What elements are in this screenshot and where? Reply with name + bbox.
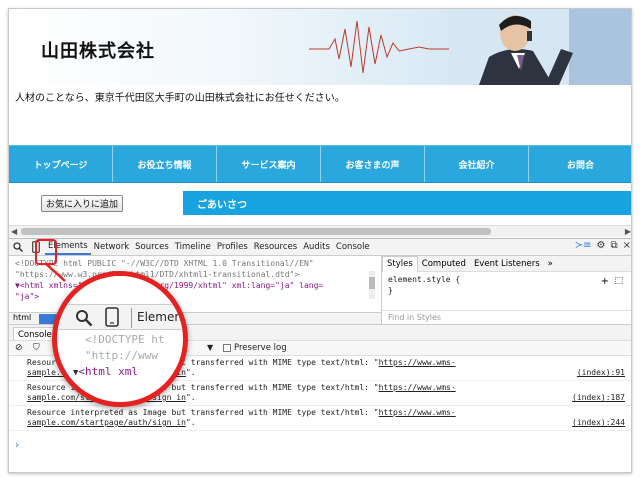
message-link[interactable]: https://www.wms- (379, 358, 456, 367)
screenshot-frame: 山田株式会社 人材のことなら、東京千代田区大手町の山田株式会社にお任せください。… (0, 0, 640, 479)
message-suffix: ". (185, 368, 196, 377)
magnifier-top (57, 276, 183, 304)
preserve-log-toggle[interactable]: Preserve log (223, 343, 287, 353)
site-tagline: 人材のことなら、東京千代田区大手町の山田株式会社にお任せください。 (15, 93, 345, 104)
more-tabs-icon[interactable]: » (544, 256, 557, 272)
message-suffix: ". (185, 418, 196, 427)
nav-item-service[interactable]: サービス案内 (217, 146, 321, 182)
style-rule-open[interactable]: element.style { (388, 274, 627, 285)
elements-scrollbar[interactable] (367, 271, 377, 299)
devtools-right-controls: ≻≡ ⚙ ⧉ × (575, 240, 631, 251)
console-drawer-icon[interactable]: ≻≡ (575, 240, 592, 251)
magnifier-separator (131, 308, 132, 328)
element-style-rule: element.style { } (382, 272, 631, 298)
device-mode-icon (105, 307, 119, 327)
preserve-log-checkbox[interactable] (223, 344, 231, 352)
site-header: 山田株式会社 (9, 9, 631, 85)
preserve-log-label: Preserve log (234, 343, 287, 353)
nav-item-info[interactable]: お役立ち情報 (113, 146, 217, 182)
nav-item-voice[interactable]: お客さまの声 (321, 146, 425, 182)
filter-icon[interactable]: ⛉ (33, 343, 40, 353)
tab-audits[interactable]: Audits (300, 239, 333, 255)
scroll-right-icon[interactable]: ▶ (625, 227, 631, 236)
console-message: Resource interpreted as Image but transf… (9, 406, 631, 431)
tab-styles[interactable]: Styles (382, 255, 418, 272)
dock-icon[interactable]: ⧉ (610, 240, 617, 251)
message-source-link[interactable]: (index):91 (577, 368, 625, 378)
tab-profiles[interactable]: Profiles (214, 239, 251, 255)
device-mode-highlight (35, 239, 57, 265)
tab-network[interactable]: Network (91, 239, 133, 255)
breadcrumb-html[interactable]: html (13, 313, 31, 322)
search-icon (76, 310, 93, 327)
clear-console-icon[interactable]: ⊘ (15, 343, 23, 353)
tab-console[interactable]: Console (333, 239, 373, 255)
tab-computed[interactable]: Computed (418, 256, 470, 272)
nav-item-top[interactable]: トップページ (9, 146, 113, 182)
tab-event-listeners[interactable]: Event Listeners (470, 256, 544, 272)
magnifier-code-line: "http://www (85, 349, 158, 362)
browser-viewport: 山田株式会社 人材のことなら、東京千代田区大手町の山田株式会社にお任せください。… (8, 8, 632, 473)
zoom-magnifier: Elemen <!DOCTYPE ht "http://www ▼<html x… (52, 271, 188, 407)
nav-item-company[interactable]: 会社紹介 (425, 146, 529, 182)
message-source-link[interactable]: (index):244 (572, 418, 625, 428)
message-suffix: ". (185, 393, 196, 402)
styles-pane: Styles Computed Event Listeners » elemen… (381, 255, 631, 324)
add-favorite-button[interactable]: お気に入りに追加 (41, 195, 124, 212)
scrollbar-thumb[interactable] (21, 228, 491, 235)
site-title: 山田株式会社 (41, 41, 155, 62)
nav-item-contact[interactable]: お問合 (529, 146, 631, 182)
inspect-search-icon[interactable] (9, 239, 27, 255)
style-rule-close: } (388, 286, 393, 295)
scroll-left-icon[interactable]: ◀ (11, 227, 17, 236)
horizontal-scrollbar[interactable]: ◀ ▶ (9, 225, 631, 237)
businessman-photo (449, 9, 631, 85)
message-text: Resource interpreted as Image but transf… (27, 408, 379, 417)
console-prompt[interactable]: › (14, 440, 20, 451)
context-dropdown-icon[interactable]: ▼ (207, 343, 213, 352)
magnifier-code-line: <!DOCTYPE ht (85, 333, 165, 346)
site-nav: トップページ お役立ち情報 サービス案内 お客さまの声 会社紹介 お問合 (9, 145, 631, 183)
tab-resources[interactable]: Resources (251, 239, 300, 255)
tab-sources[interactable]: Sources (132, 239, 172, 255)
magnifier-code-line: ▼<html xml (57, 364, 183, 381)
ekg-wave-graphic (309, 20, 469, 74)
message-source-link[interactable]: (index):187 (572, 393, 625, 403)
devtools-toolbar: Elements Network Sources Timeline Profil… (9, 238, 631, 256)
tab-console-drawer[interactable]: Console (13, 327, 57, 341)
element-state-icon[interactable]: ⬚ (614, 276, 623, 286)
find-in-styles-input[interactable]: Find in Styles (382, 310, 631, 324)
magnifier-toolbar: Elemen (57, 304, 183, 330)
close-icon[interactable]: × (623, 240, 631, 251)
gear-icon[interactable]: ⚙ (597, 240, 606, 251)
styles-tabs: Styles Computed Event Listeners » (382, 255, 631, 272)
add-rule-icon[interactable]: + (601, 276, 609, 287)
message-link-cont[interactable]: sample.com/startpage/auth/sign_in (27, 418, 186, 427)
magnifier-code: <!DOCTYPE ht "http://www ▼<html xml (57, 332, 183, 381)
magnifier-html-tag: <html xml (78, 365, 139, 378)
message-link[interactable]: https://www.wms- (379, 383, 456, 392)
message-link[interactable]: https://www.wms- (379, 408, 456, 417)
greeting-heading: ごあいさつ (183, 191, 631, 215)
tab-timeline[interactable]: Timeline (172, 239, 214, 255)
magnifier-elements-label: Elemen (137, 310, 182, 324)
